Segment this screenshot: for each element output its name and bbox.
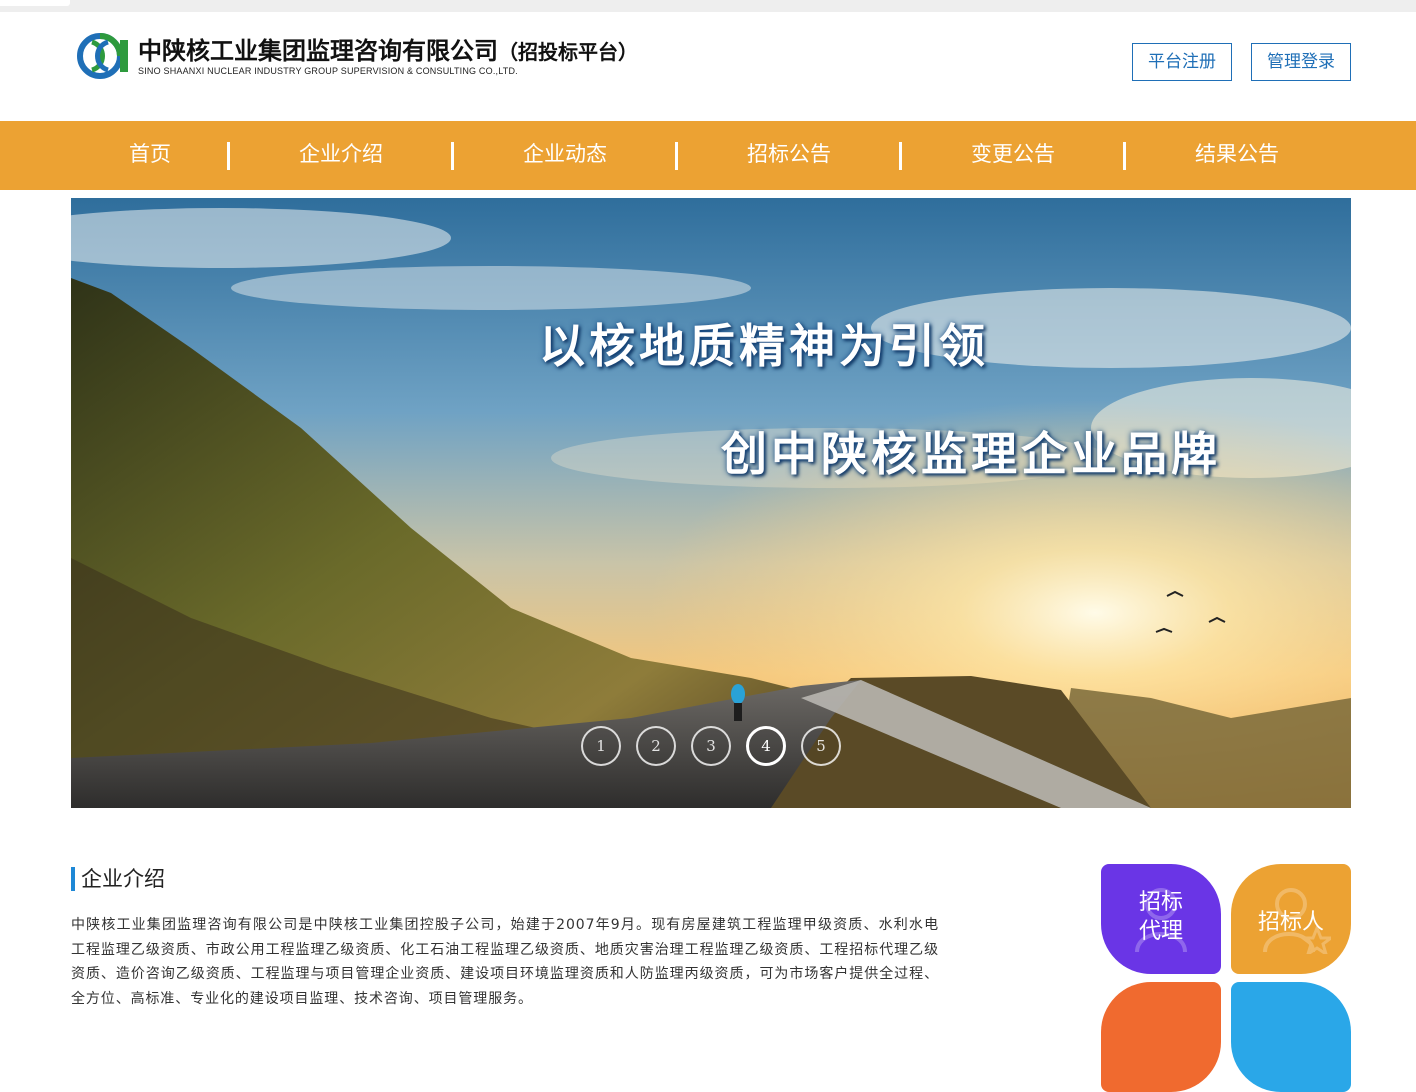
register-button[interactable]: 平台注册 <box>1132 43 1232 81</box>
banner-slogan-line2: 创中陕核监理企业品牌 <box>721 427 1221 481</box>
nav-item-result-notice[interactable]: 结果公告 <box>1125 121 1349 190</box>
top-strip <box>0 0 1416 12</box>
platform-suffix: （招投标平台） <box>498 40 638 64</box>
tile-orange-partial[interactable] <box>1101 982 1221 1092</box>
site-header: 中陕核工业集团监理咨询有限公司（招投标平台） SINO SHAANXI NUCL… <box>0 12 1416 121</box>
nav-item-company-intro[interactable]: 企业介绍 <box>229 121 453 190</box>
company-name: 中陕核工业集团监理咨询有限公司（招投标平台） <box>138 31 638 66</box>
carousel-dot-4-active[interactable]: 4 <box>746 726 786 766</box>
company-name-en: SINO SHAANXI NUCLEAR INDUSTRY GROUP SUPE… <box>138 66 518 76</box>
tile-tenderer-label: 招标人 <box>1257 910 1324 935</box>
tile-bidding-agent-line2: 代理 <box>1138 919 1183 944</box>
tile-bidding-agent[interactable]: 招标 代理 <box>1101 864 1221 974</box>
banner-slogan-line1: 以核地质精神为引领 <box>539 319 989 373</box>
tile-bidding-agent-line1: 招标 <box>1138 890 1183 915</box>
nav-item-change-notice[interactable]: 变更公告 <box>901 121 1125 190</box>
carousel-dot-5[interactable]: 5 <box>801 726 841 766</box>
banner-landscape-image <box>71 198 1351 808</box>
browser-tab-stub <box>0 0 70 6</box>
nav-item-home[interactable]: 首页 <box>71 121 229 190</box>
carousel-dot-1[interactable]: 1 <box>581 726 621 766</box>
intro-text: 中陕核工业集团监理咨询有限公司是中陕核工业集团控股子公司，始建于2007年9月。… <box>71 917 939 1007</box>
carousel-dot-3[interactable]: 3 <box>691 726 731 766</box>
carousel-dot-2[interactable]: 2 <box>636 726 676 766</box>
company-logo-icon[interactable] <box>76 32 132 80</box>
company-name-text: 中陕核工业集团监理咨询有限公司 <box>138 37 498 65</box>
tile-bidding-agent-label: 招标 代理 <box>1101 888 1221 946</box>
main-nav: 首页 企业介绍 企业动态 招标公告 变更公告 结果公告 <box>0 121 1416 190</box>
tile-tenderer[interactable]: 招标人 <box>1231 864 1351 974</box>
intro-section-title: 企业介绍 <box>71 867 165 891</box>
nav-item-tender-notice[interactable]: 招标公告 <box>677 121 901 190</box>
nav-item-company-news[interactable]: 企业动态 <box>453 121 677 190</box>
hero-banner[interactable]: 以核地质精神为引领 创中陕核监理企业品牌 1 2 3 4 5 <box>71 198 1351 808</box>
tile-blue-partial[interactable] <box>1231 982 1351 1092</box>
admin-login-button[interactable]: 管理登录 <box>1251 43 1351 81</box>
